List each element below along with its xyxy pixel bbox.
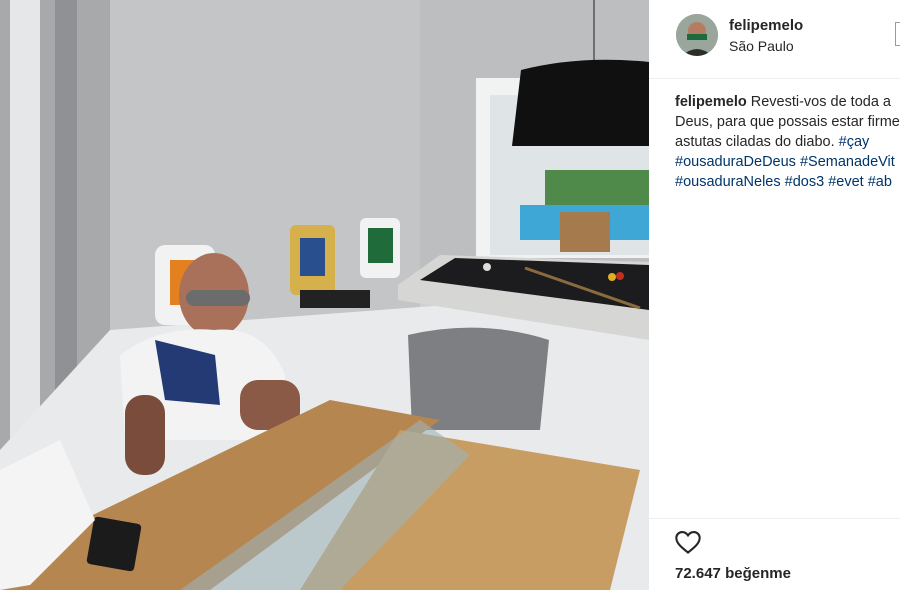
hashtag-link[interactable]: #ousaduraDeDeus <box>675 154 796 170</box>
post-photo <box>0 0 649 590</box>
caption-text-3: astutas ciladas do diabo. <box>675 134 835 150</box>
caption-username-link[interactable]: felipemelo <box>675 94 747 110</box>
likes-count[interactable]: 72.647 beğenme <box>675 565 791 582</box>
caption-line-1: felipemelo Revesti-vos de toda a <box>675 92 900 112</box>
heart-icon[interactable] <box>674 528 702 556</box>
caption-line-3: astutas ciladas do diabo. #çay <box>675 132 900 152</box>
hashtag-link[interactable]: #SemanadeVit <box>800 154 895 170</box>
avatar[interactable] <box>676 14 718 56</box>
hashtag-link[interactable]: #evet <box>828 174 863 190</box>
hashtag-link[interactable]: #çay <box>839 134 870 150</box>
hashtag-link[interactable]: #ousaduraNeles <box>675 174 781 190</box>
caption-line-2: Deus, para que possais estar firme <box>675 112 900 132</box>
hashtag-link[interactable]: #dos3 <box>785 174 825 190</box>
heart-icon-svg <box>675 531 701 554</box>
divider <box>649 518 900 519</box>
caption-line-5: #ousaduraNeles #dos3 #evet #ab <box>675 172 900 192</box>
caption-text-1: Revesti-vos de toda a <box>750 94 891 110</box>
likes-number: 72.647 <box>675 565 721 582</box>
username-link[interactable]: felipemelo <box>729 17 803 34</box>
photo-illustration <box>0 0 649 590</box>
caption-text-2: Deus, para que possais estar firme <box>675 114 900 130</box>
post-sidebar: felipemelo São Paulo felipemelo Revesti-… <box>649 0 900 590</box>
likes-label: beğenme <box>725 565 791 582</box>
post-header: felipemelo São Paulo <box>649 0 900 79</box>
hashtag-link[interactable]: #ab <box>868 174 892 190</box>
location-link[interactable]: São Paulo <box>729 38 794 54</box>
post-caption: felipemelo Revesti-vos de toda a Deus, p… <box>675 92 900 192</box>
avatar-image <box>676 14 718 56</box>
more-options-icon[interactable] <box>895 22 900 46</box>
caption-line-4: #ousaduraDeDeus #SemanadeVit <box>675 152 900 172</box>
